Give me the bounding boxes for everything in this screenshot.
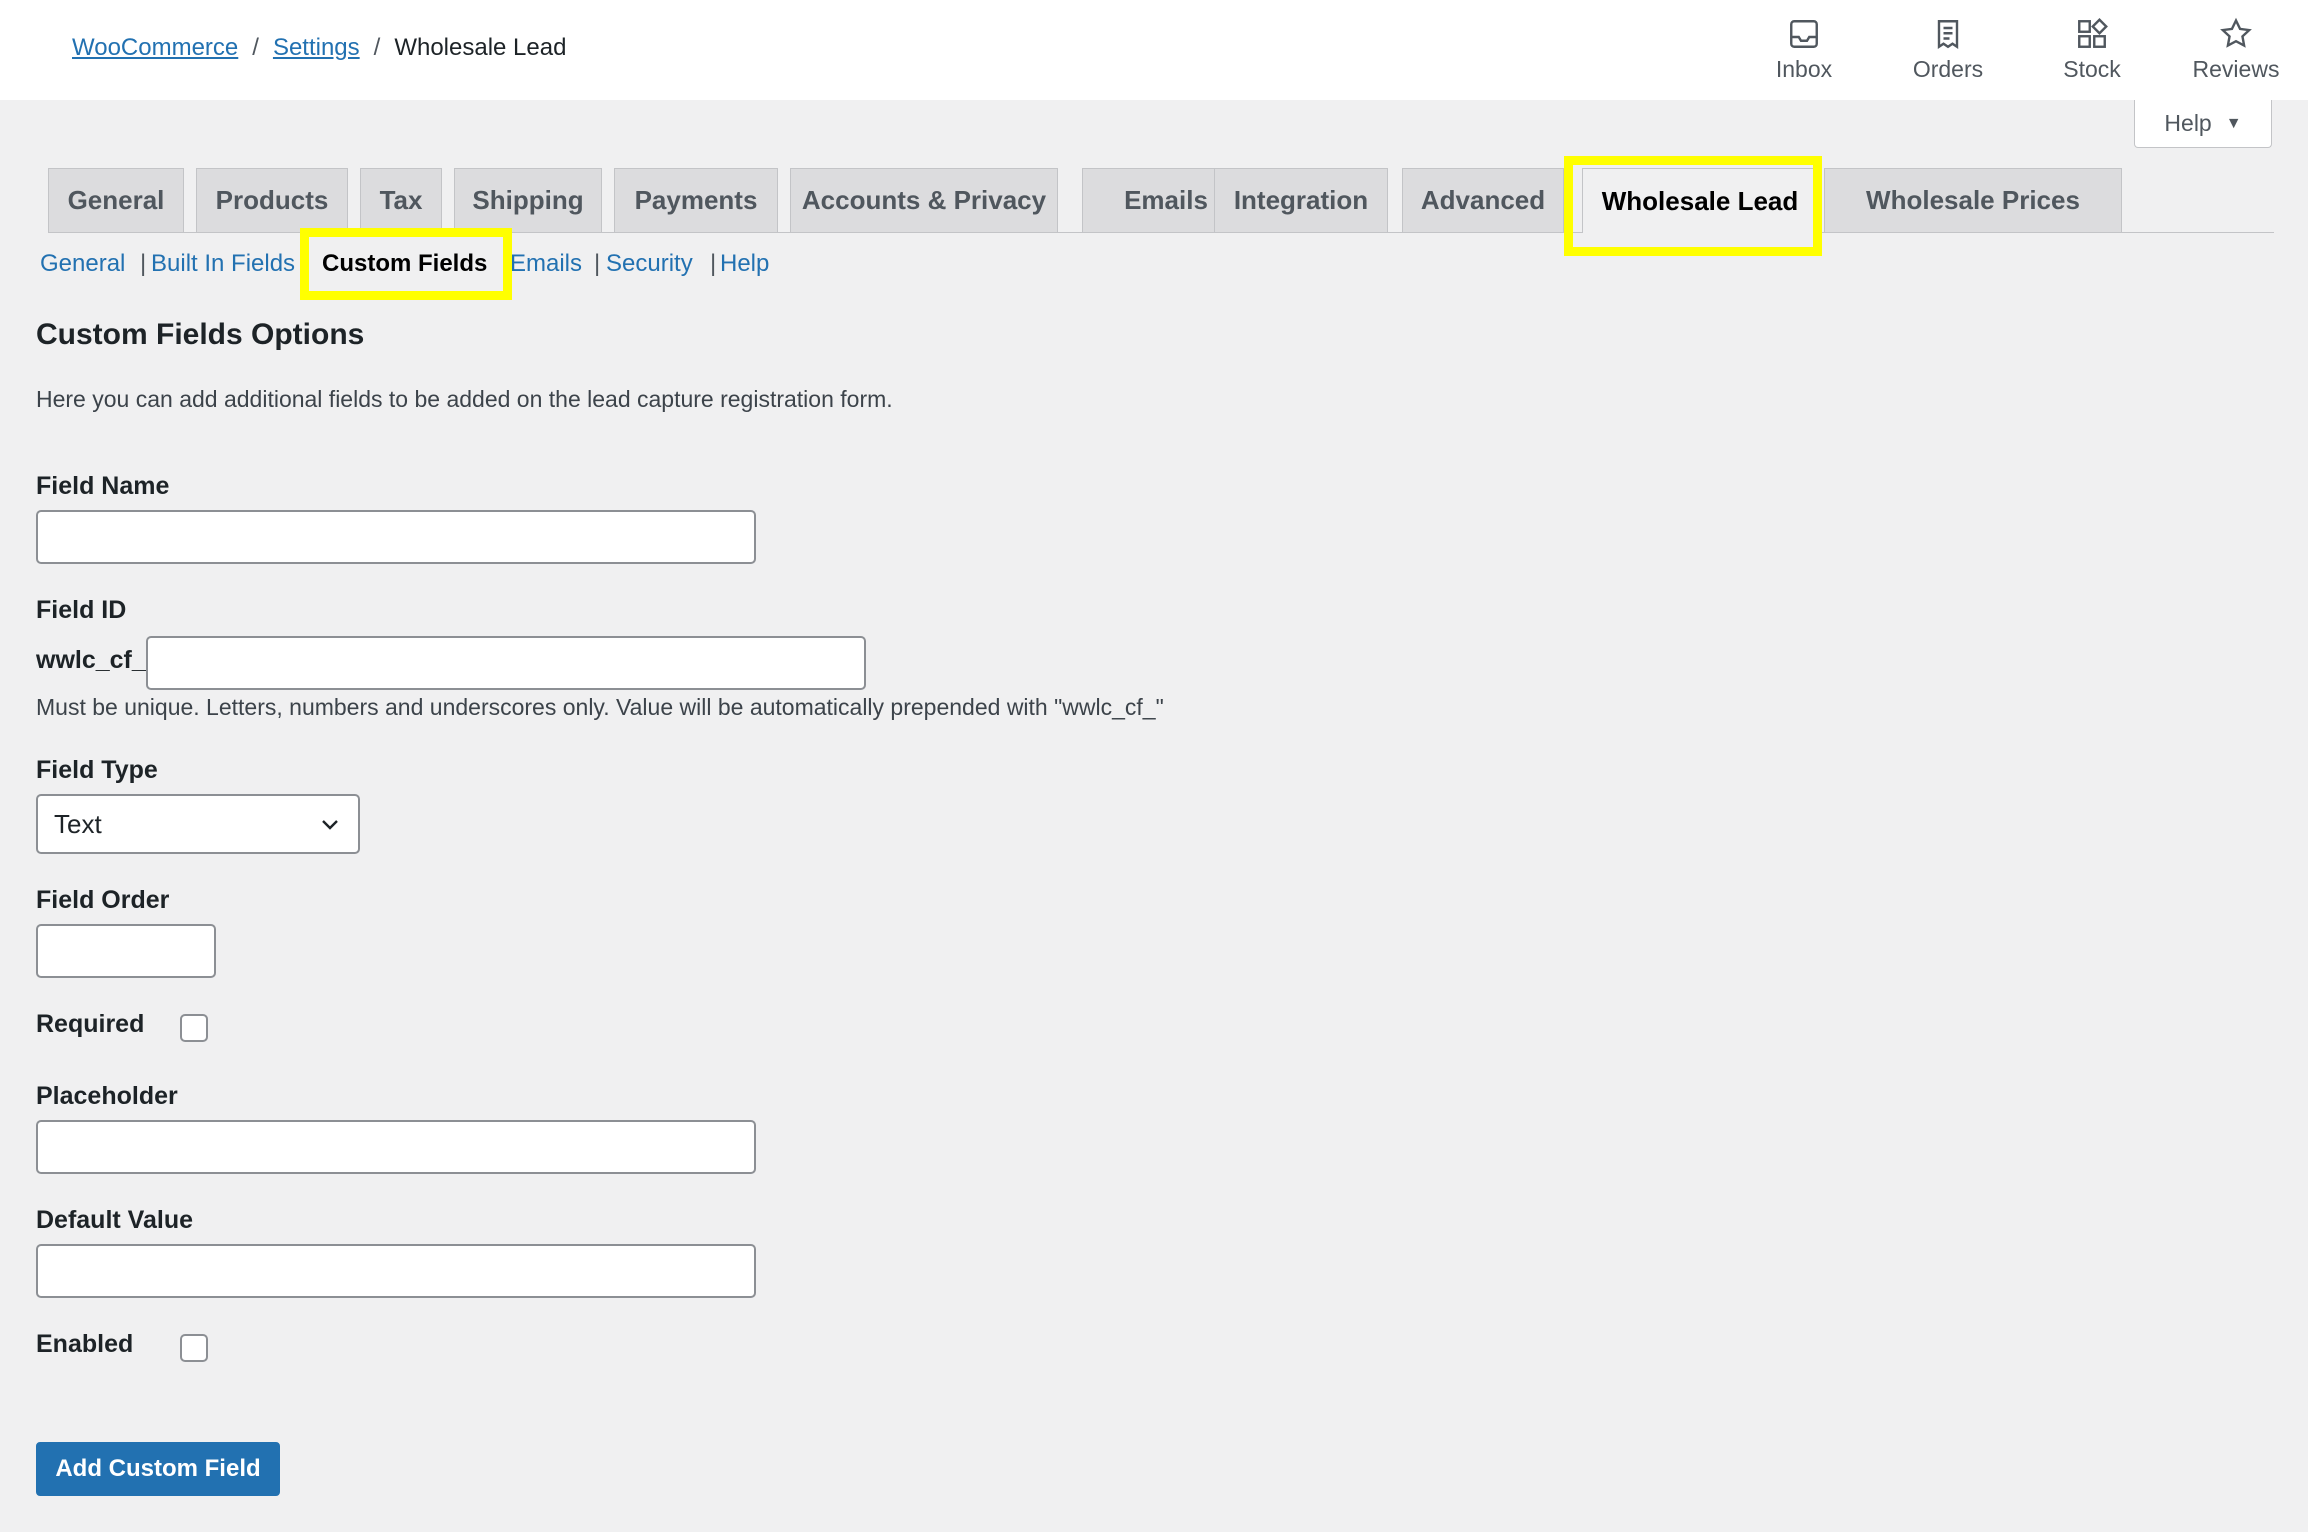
tab-shipping[interactable]: Shipping — [454, 168, 602, 232]
field-id-input[interactable] — [146, 636, 866, 690]
enabled-checkbox[interactable] — [180, 1334, 208, 1362]
orders-button[interactable]: Orders — [1876, 16, 2020, 86]
add-custom-field-button[interactable]: Add Custom Field — [36, 1442, 280, 1496]
tab-tax[interactable]: Tax — [360, 168, 442, 232]
subnav-separator: | — [140, 250, 147, 277]
inbox-label: Inbox — [1775, 56, 1833, 82]
star-icon — [2220, 17, 2252, 48]
subnav-emails[interactable]: Emails — [510, 250, 582, 278]
section-description: Here you can add additional fields to be… — [36, 386, 893, 412]
caret-down-icon: ▼ — [2225, 114, 2242, 132]
breadcrumb-settings-link[interactable]: Settings — [273, 34, 360, 62]
subnav-general[interactable]: General — [40, 250, 125, 278]
tab-wholesale-lead[interactable]: Wholesale Lead — [1582, 168, 1818, 233]
field-id-prefix: wwlc_cf_ — [36, 646, 146, 674]
breadcrumb: WooCommerce / Settings / Wholesale Lead — [72, 34, 566, 62]
help-tab-button[interactable]: Help ▼ — [2134, 100, 2272, 148]
breadcrumb-current: Wholesale Lead — [394, 34, 567, 61]
enabled-label: Enabled — [36, 1330, 134, 1358]
subnav-separator: | — [710, 250, 717, 277]
required-label: Required — [36, 1010, 145, 1038]
reviews-label: Reviews — [2192, 56, 2280, 82]
default-value-input[interactable] — [36, 1244, 756, 1298]
settings-tabs: General Products Tax Shipping Payments A… — [48, 168, 2274, 233]
tab-products[interactable]: Products — [196, 168, 348, 232]
subnav-help[interactable]: Help — [720, 250, 769, 278]
field-order-label: Field Order — [36, 886, 170, 914]
tab-accounts-privacy[interactable]: Accounts & Privacy — [790, 168, 1058, 232]
tab-integration[interactable]: Integration — [1214, 168, 1388, 232]
tab-general[interactable]: General — [48, 168, 184, 232]
tab-wholesale-prices[interactable]: Wholesale Prices — [1824, 168, 2122, 232]
subnav-built-in-fields[interactable]: Built In Fields — [151, 250, 295, 278]
breadcrumb-separator: / — [252, 34, 259, 61]
field-id-label: Field ID — [36, 596, 127, 624]
field-type-selected: Text — [54, 808, 102, 839]
required-checkbox[interactable] — [180, 1014, 208, 1042]
field-order-input[interactable] — [36, 924, 216, 978]
subnav-separator: | — [594, 250, 601, 277]
field-id-hint: Must be unique. Letters, numbers and und… — [36, 694, 1164, 720]
top-actions: Inbox Orders Stock Reviews — [1732, 16, 2308, 86]
field-name-input[interactable] — [36, 510, 756, 564]
breadcrumb-separator: / — [373, 34, 381, 61]
inbox-icon — [1790, 20, 1818, 48]
help-label: Help — [2164, 110, 2212, 136]
reviews-button[interactable]: Reviews — [2164, 16, 2308, 86]
chevron-down-icon — [322, 820, 338, 830]
subnav-custom-fields[interactable]: Custom Fields — [322, 250, 487, 278]
section-title: Custom Fields Options — [36, 318, 365, 351]
tab-payments[interactable]: Payments — [614, 168, 778, 232]
stock-label: Stock — [2063, 56, 2121, 82]
stock-icon — [2078, 18, 2108, 48]
subnav-security[interactable]: Security — [606, 250, 693, 278]
stock-button[interactable]: Stock — [2020, 16, 2164, 86]
orders-label: Orders — [1912, 56, 1984, 82]
field-name-label: Field Name — [36, 472, 170, 500]
tab-advanced[interactable]: Advanced — [1402, 168, 1564, 232]
field-type-select[interactable]: Text — [36, 794, 360, 854]
field-type-label: Field Type — [36, 756, 158, 784]
inbox-button[interactable]: Inbox — [1732, 16, 1876, 86]
breadcrumb-woocommerce-link[interactable]: WooCommerce — [72, 34, 238, 62]
placeholder-label: Placeholder — [36, 1082, 178, 1110]
default-value-label: Default Value — [36, 1206, 193, 1234]
top-bar: WooCommerce / Settings / Wholesale Lead … — [0, 0, 2308, 100]
orders-icon — [1937, 20, 1959, 49]
placeholder-input[interactable] — [36, 1120, 756, 1174]
